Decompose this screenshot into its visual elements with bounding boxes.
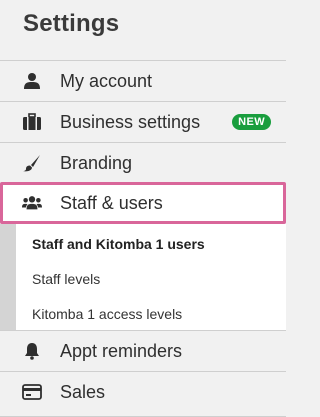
paintbrush-icon bbox=[22, 153, 42, 173]
staff-users-submenu: Staff and Kitomba 1 users Staff levels K… bbox=[0, 224, 286, 330]
menu-item-label: Business settings bbox=[60, 111, 201, 132]
menu-item-sales[interactable]: Sales bbox=[0, 371, 286, 412]
submenu-item-kitomba-access-levels[interactable]: Kitomba 1 access levels bbox=[32, 306, 182, 322]
page-title: Settings bbox=[23, 10, 120, 37]
person-icon bbox=[22, 71, 42, 91]
menu-item-staff-users[interactable]: Staff & users bbox=[0, 182, 286, 224]
menu-item-label: Staff & users bbox=[60, 192, 163, 213]
menu-item-label: Branding bbox=[60, 152, 133, 173]
credit-card-icon bbox=[22, 382, 42, 402]
menu-item-label: Sales bbox=[60, 381, 106, 402]
menu-item-my-account[interactable]: My account bbox=[0, 60, 286, 101]
menu-item-appt-reminders[interactable]: Appt reminders bbox=[0, 330, 286, 371]
new-badge: NEW bbox=[232, 114, 271, 130]
settings-menu: My account Business settings NEW Brandin… bbox=[0, 60, 286, 412]
submenu-item-staff-kitomba-users[interactable]: Staff and Kitomba 1 users bbox=[32, 236, 205, 252]
submenu-item-staff-levels[interactable]: Staff levels bbox=[32, 271, 100, 287]
briefcase-icon bbox=[22, 112, 42, 132]
menu-item-branding[interactable]: Branding bbox=[0, 142, 286, 183]
menu-item-business-settings[interactable]: Business settings NEW bbox=[0, 101, 286, 142]
menu-item-label: My account bbox=[60, 70, 153, 91]
bell-icon bbox=[22, 341, 42, 361]
users-icon bbox=[22, 193, 42, 213]
menu-item-label: Appt reminders bbox=[60, 340, 183, 361]
